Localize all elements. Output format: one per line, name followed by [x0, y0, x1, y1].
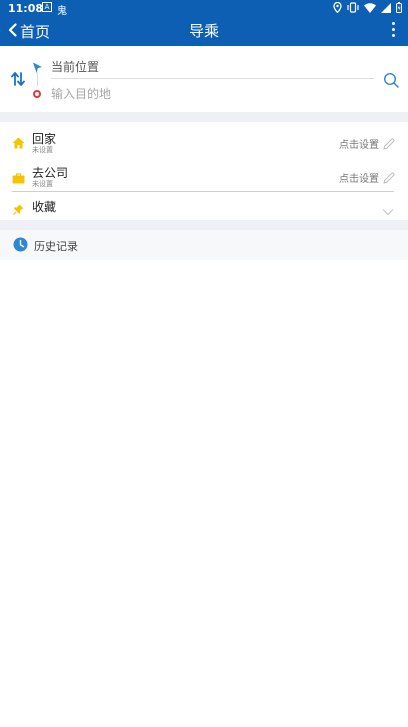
collection-row[interactable]: 收藏 — [0, 198, 408, 218]
office-shortcut-row[interactable]: 去公司 未设置 点击设置 — [0, 159, 408, 189]
route-divider — [51, 78, 374, 79]
chevron-down-icon[interactable] — [382, 201, 394, 220]
favorites-section: 回家 未设置 点击设置 去公司 未设置 点击设置 收藏 — [0, 122, 408, 220]
home-status: 未设置 — [32, 146, 53, 154]
edit-pencil-icon — [383, 169, 395, 188]
section-gap — [0, 220, 408, 230]
status-bar: 11:08 A 鬼 — [0, 0, 408, 17]
notification-b-icon: 鬼 — [57, 6, 67, 17]
history-label: 历史记录 — [34, 240, 78, 253]
notification-a-icon: A — [42, 2, 52, 12]
location-status-icon — [333, 1, 342, 16]
history-row[interactable]: 历史记录 — [0, 230, 408, 260]
clock-icon — [13, 237, 28, 256]
signal-icon — [381, 2, 391, 16]
pin-icon — [13, 200, 24, 219]
favorites-divider — [12, 191, 394, 192]
more-options-icon[interactable] — [390, 22, 396, 40]
collection-label: 收藏 — [32, 200, 57, 214]
home-icon — [12, 134, 25, 153]
back-button[interactable]: 首页 — [8, 17, 50, 46]
chevron-left-icon — [8, 22, 17, 41]
route-connector — [37, 72, 38, 86]
status-time: 11:08 — [8, 2, 44, 15]
home-shortcut-row[interactable]: 回家 未设置 点击设置 — [0, 125, 408, 155]
app-bar: 导乘 首页 — [0, 17, 408, 46]
destination-input[interactable] — [51, 87, 351, 101]
search-icon[interactable] — [383, 72, 399, 88]
briefcase-icon — [12, 169, 25, 188]
section-gap — [0, 112, 408, 122]
office-set-button[interactable]: 点击设置 — [339, 170, 379, 185]
home-set-button[interactable]: 点击设置 — [339, 136, 379, 151]
office-status: 未设置 — [32, 180, 53, 188]
battery-icon — [396, 2, 402, 16]
wifi-icon — [364, 2, 376, 16]
page-title: 导乘 — [188, 22, 219, 40]
vibrate-icon — [347, 2, 359, 16]
back-label: 首页 — [20, 23, 51, 41]
origin-field[interactable]: 当前位置 — [51, 58, 99, 75]
edit-pencil-icon — [383, 135, 395, 154]
status-icons — [333, 1, 402, 16]
destination-dot-icon — [33, 90, 41, 98]
swap-direction-icon[interactable] — [11, 71, 25, 87]
route-panel: 当前位置 — [0, 46, 408, 112]
